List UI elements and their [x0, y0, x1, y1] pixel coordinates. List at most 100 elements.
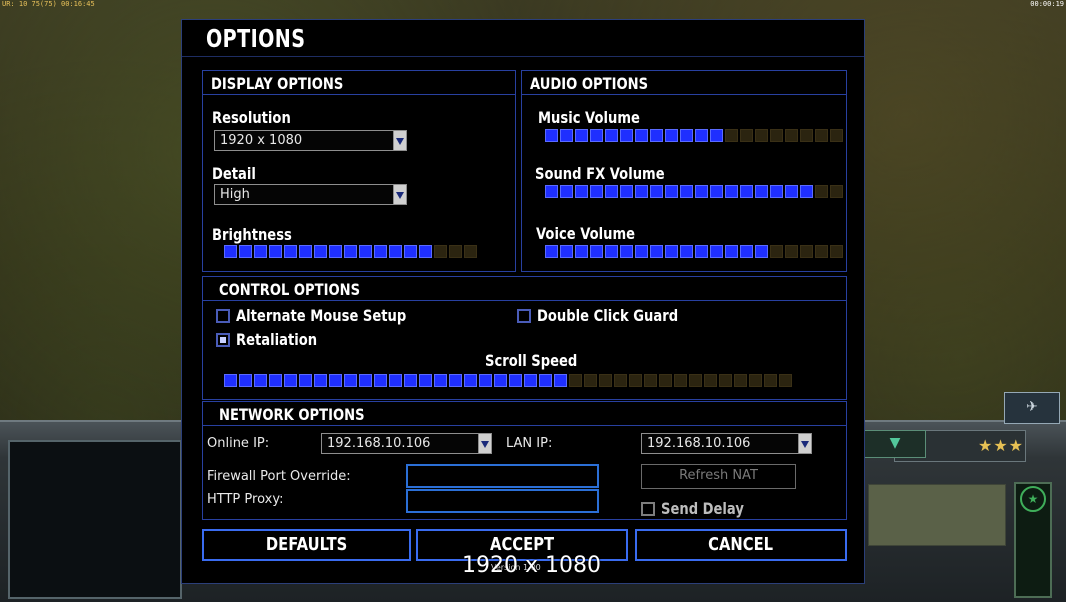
refresh-nat-button[interactable]: Refresh NAT [641, 464, 796, 489]
slider-segment-empty[interactable] [740, 129, 753, 142]
slider-segment-filled[interactable] [329, 245, 342, 258]
slider-segment-filled[interactable] [419, 245, 432, 258]
slider-segment-filled[interactable] [680, 185, 693, 198]
sfx-volume-slider[interactable] [545, 185, 843, 198]
slider-segment-filled[interactable] [560, 185, 573, 198]
slider-segment-empty[interactable] [629, 374, 642, 387]
slider-segment-empty[interactable] [734, 374, 747, 387]
slider-segment-filled[interactable] [710, 185, 723, 198]
scroll-speed-slider[interactable] [224, 374, 792, 387]
slider-segment-empty[interactable] [434, 245, 447, 258]
slider-segment-filled[interactable] [740, 185, 753, 198]
checkbox-box[interactable] [517, 308, 531, 323]
slider-segment-filled[interactable] [314, 245, 327, 258]
double-click-guard-checkbox[interactable]: Double Click Guard [517, 306, 709, 325]
slider-segment-empty[interactable] [614, 374, 627, 387]
slider-segment-filled[interactable] [605, 245, 618, 258]
slider-segment-filled[interactable] [284, 245, 297, 258]
slider-segment-filled[interactable] [665, 129, 678, 142]
slider-segment-empty[interactable] [800, 245, 813, 258]
slider-segment-filled[interactable] [695, 129, 708, 142]
slider-segment-filled[interactable] [590, 185, 603, 198]
slider-segment-filled[interactable] [299, 245, 312, 258]
slider-segment-empty[interactable] [689, 374, 702, 387]
slider-segment-empty[interactable] [779, 374, 792, 387]
http-proxy-input[interactable] [406, 489, 599, 513]
slider-segment-filled[interactable] [254, 374, 267, 387]
chevron-down-icon[interactable]: ▼ [864, 430, 926, 458]
slider-segment-filled[interactable] [419, 374, 432, 387]
hud-build-thumbnail[interactable] [868, 484, 1006, 546]
slider-segment-empty[interactable] [749, 374, 762, 387]
slider-segment-filled[interactable] [284, 374, 297, 387]
slider-segment-filled[interactable] [800, 185, 813, 198]
slider-segment-filled[interactable] [545, 185, 558, 198]
slider-segment-empty[interactable] [704, 374, 717, 387]
slider-segment-empty[interactable] [785, 129, 798, 142]
slider-segment-filled[interactable] [590, 245, 603, 258]
slider-segment-empty[interactable] [815, 245, 828, 258]
slider-segment-filled[interactable] [620, 245, 633, 258]
checkbox-box[interactable] [641, 501, 655, 516]
slider-segment-filled[interactable] [374, 245, 387, 258]
voice-volume-slider[interactable] [545, 245, 843, 258]
slider-segment-empty[interactable] [584, 374, 597, 387]
slider-segment-filled[interactable] [785, 185, 798, 198]
slider-segment-empty[interactable] [800, 129, 813, 142]
slider-segment-empty[interactable] [644, 374, 657, 387]
slider-segment-filled[interactable] [239, 374, 252, 387]
slider-segment-filled[interactable] [404, 374, 417, 387]
slider-segment-empty[interactable] [719, 374, 732, 387]
slider-segment-empty[interactable] [830, 245, 843, 258]
slider-segment-filled[interactable] [695, 185, 708, 198]
slider-segment-empty[interactable] [464, 245, 477, 258]
online-ip-select[interactable]: 192.168.10.106 [321, 433, 492, 454]
slider-segment-filled[interactable] [725, 245, 738, 258]
slider-segment-empty[interactable] [725, 129, 738, 142]
slider-segment-filled[interactable] [299, 374, 312, 387]
brightness-slider[interactable] [224, 245, 477, 258]
slider-segment-filled[interactable] [605, 129, 618, 142]
slider-segment-filled[interactable] [344, 245, 357, 258]
firewall-port-input[interactable] [406, 464, 599, 488]
slider-segment-filled[interactable] [464, 374, 477, 387]
slider-segment-filled[interactable] [509, 374, 522, 387]
slider-segment-filled[interactable] [575, 185, 588, 198]
slider-segment-filled[interactable] [359, 374, 372, 387]
slider-segment-filled[interactable] [560, 129, 573, 142]
slider-segment-filled[interactable] [224, 374, 237, 387]
slider-segment-empty[interactable] [599, 374, 612, 387]
slider-segment-filled[interactable] [635, 185, 648, 198]
slider-segment-filled[interactable] [224, 245, 237, 258]
slider-segment-filled[interactable] [389, 374, 402, 387]
slider-segment-filled[interactable] [725, 185, 738, 198]
slider-segment-filled[interactable] [650, 185, 663, 198]
lan-ip-select[interactable]: 192.168.10.106 [641, 433, 812, 454]
slider-segment-filled[interactable] [545, 245, 558, 258]
slider-segment-filled[interactable] [620, 129, 633, 142]
retaliation-checkbox[interactable]: Retaliation [216, 330, 335, 349]
slider-segment-filled[interactable] [554, 374, 567, 387]
slider-segment-filled[interactable] [269, 245, 282, 258]
resolution-select[interactable]: 1920 x 1080 [214, 130, 407, 151]
slider-segment-filled[interactable] [239, 245, 252, 258]
slider-segment-filled[interactable] [710, 129, 723, 142]
aircraft-icon[interactable]: ✈ [1004, 392, 1060, 424]
slider-segment-filled[interactable] [710, 245, 723, 258]
slider-segment-empty[interactable] [815, 129, 828, 142]
slider-segment-empty[interactable] [770, 129, 783, 142]
slider-segment-empty[interactable] [569, 374, 582, 387]
slider-segment-filled[interactable] [389, 245, 402, 258]
music-volume-slider[interactable] [545, 129, 843, 142]
dropdown-arrow-icon[interactable] [798, 434, 811, 453]
slider-segment-filled[interactable] [665, 245, 678, 258]
slider-segment-filled[interactable] [755, 245, 768, 258]
slider-segment-empty[interactable] [815, 185, 828, 198]
general-star-icon[interactable]: ★ [1020, 486, 1046, 512]
detail-select[interactable]: High [214, 184, 407, 205]
slider-segment-filled[interactable] [254, 245, 267, 258]
slider-segment-empty[interactable] [659, 374, 672, 387]
slider-segment-filled[interactable] [755, 185, 768, 198]
slider-segment-filled[interactable] [314, 374, 327, 387]
send-delay-checkbox[interactable]: Send Delay [641, 499, 762, 518]
